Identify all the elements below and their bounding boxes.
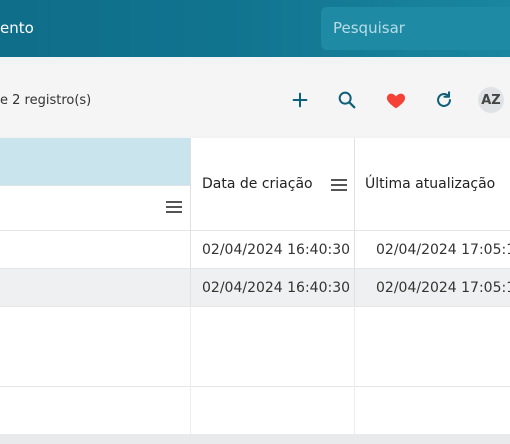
grid-divider — [0, 386, 510, 387]
favorite-button[interactable] — [383, 87, 409, 113]
search-input[interactable] — [333, 17, 510, 39]
cell-created: 02/04/2024 16:40:30 — [202, 242, 351, 258]
column-header-updated[interactable]: Última atualização — [354, 138, 510, 230]
column-header-updated-label: Última atualização — [365, 176, 496, 192]
record-count: e 2 registro(s) — [0, 93, 92, 108]
column-header-created[interactable]: Data de criação — [190, 138, 354, 230]
grid-divider — [190, 306, 191, 434]
sort-az-button[interactable]: AZ — [478, 87, 504, 113]
list-toolbar: e 2 registro(s) AZ — [0, 64, 510, 136]
search-box[interactable] — [321, 7, 510, 50]
column-menu-icon[interactable] — [166, 201, 182, 213]
heart-icon — [386, 93, 406, 109]
refresh-button[interactable] — [431, 87, 457, 113]
cell-updated: 02/04/2024 17:05:13 — [376, 280, 510, 296]
horizontal-scrollbar[interactable] — [0, 434, 510, 444]
plus-icon — [292, 92, 308, 108]
sort-az-icon: AZ — [481, 92, 501, 108]
app-header: ento — [0, 0, 510, 57]
refresh-icon — [437, 91, 451, 107]
column-header-1[interactable] — [0, 138, 190, 230]
search-button[interactable] — [334, 87, 360, 113]
column-header-1-label — [0, 138, 190, 185]
table-row[interactable]: 02/04/2024 16:40:30 02/04/2024 17:05:13 — [0, 268, 510, 307]
page-title: ento — [0, 19, 34, 37]
grid-divider — [0, 306, 510, 307]
column-menu-icon[interactable] — [331, 179, 347, 191]
search-icon — [338, 91, 356, 109]
column-header-created-label: Data de criação — [202, 176, 313, 192]
data-grid: Data de criação Última atualização 02/04… — [0, 138, 510, 434]
column-filter-1 — [0, 185, 190, 230]
cell-created: 02/04/2024 16:40:30 — [202, 280, 351, 296]
cell-updated: 02/04/2024 17:05:15 — [376, 242, 510, 258]
grid-divider — [354, 306, 355, 434]
table-row[interactable]: 02/04/2024 16:40:30 02/04/2024 17:05:15 — [0, 230, 510, 269]
add-button[interactable] — [287, 87, 313, 113]
